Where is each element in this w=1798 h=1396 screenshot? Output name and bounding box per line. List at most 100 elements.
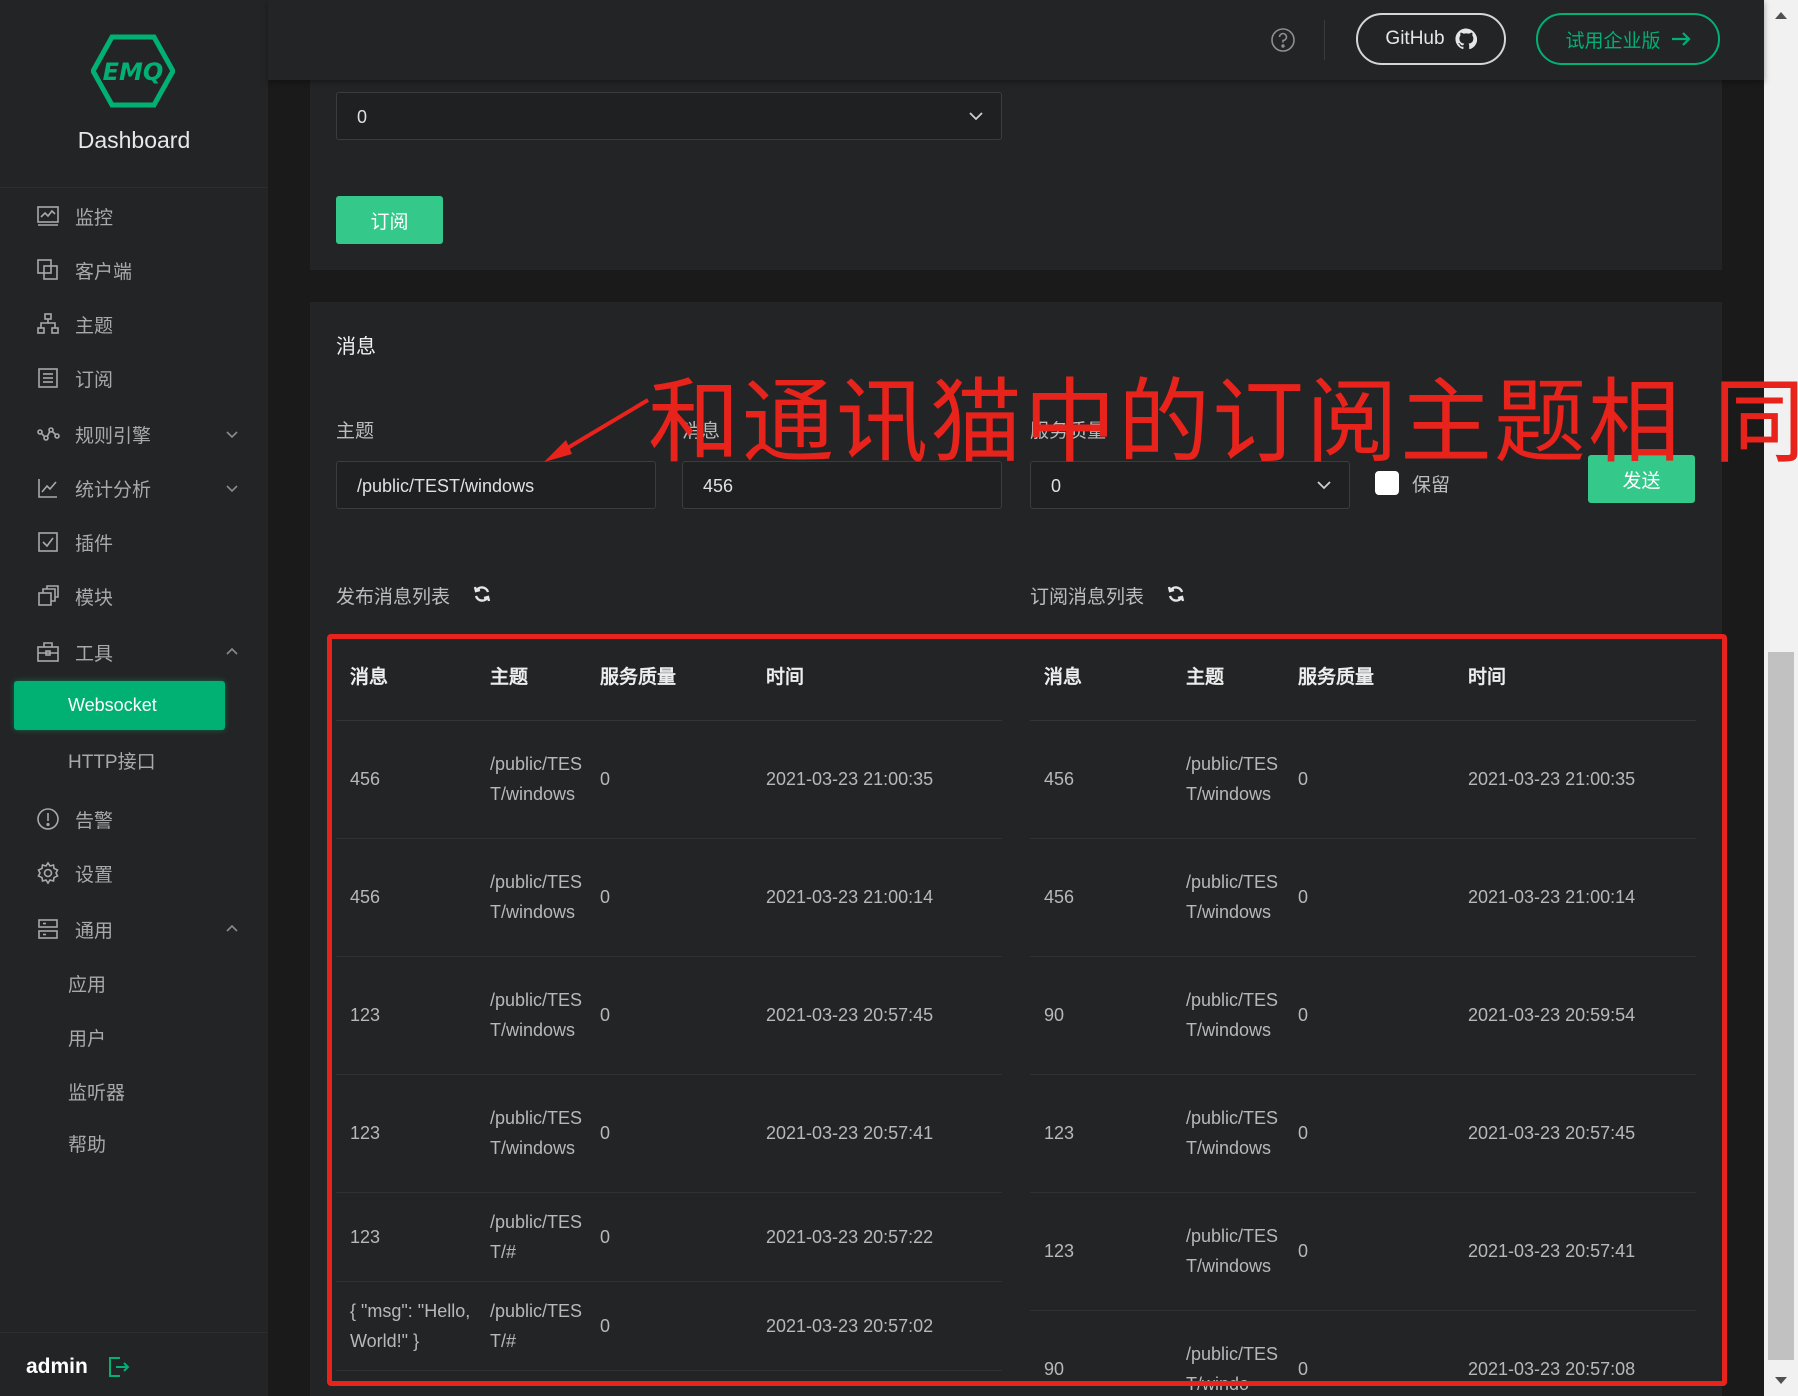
sidebar-item-tools[interactable]: 工具: [0, 628, 268, 676]
github-button[interactable]: GitHub: [1356, 13, 1506, 65]
column-header: 主题: [1172, 632, 1284, 721]
topics-icon: [36, 312, 60, 336]
table-row: 123 /public/TEST/windows 0 2021-03-23 20…: [336, 956, 1002, 1075]
scroll-thumb[interactable]: [1768, 652, 1794, 1360]
sidebar-item-general[interactable]: 通用: [0, 905, 268, 953]
subscribe-qos-select[interactable]: 0: [336, 92, 1002, 140]
brand[interactable]: EMQ Dashboard: [0, 0, 268, 188]
sidebar-item-modules[interactable]: 模块: [0, 572, 268, 620]
chevron-up-icon: [226, 924, 238, 932]
cell-message: 90: [1030, 1310, 1172, 1396]
topic-label: 主题: [336, 421, 375, 442]
cell-time: 2021-03-23 20:57:08: [1454, 1310, 1696, 1396]
sidebar-item-http-api[interactable]: HTTP接口: [0, 736, 268, 784]
table-header-row: 消息 主题 服务质量 时间: [1030, 632, 1696, 721]
topic-input-value: /public/TEST/windows: [357, 476, 535, 496]
arrow-right-icon: [1671, 32, 1691, 46]
sidebar-item-label: HTTP接口: [68, 751, 156, 773]
sidebar-item-settings[interactable]: 设置: [0, 849, 268, 897]
scroll-up-icon[interactable]: [1764, 0, 1798, 30]
header-divider: [1324, 20, 1325, 60]
cell-qos: 0: [586, 1281, 752, 1371]
username: admin: [26, 1355, 88, 1378]
chevron-down-icon: [969, 112, 983, 121]
topic-input[interactable]: /public/TEST/windows: [336, 461, 656, 509]
sidebar-item-applications[interactable]: 应用: [0, 959, 268, 1007]
received-table: 消息 主题 服务质量 时间 456 /public/TEST/windows 0…: [1030, 632, 1696, 1396]
sidebar-item-websocket[interactable]: Websocket: [14, 681, 225, 730]
cell-message: 90: [1030, 956, 1172, 1075]
cell-topic: /public/TEST/#: [476, 1192, 586, 1282]
table-row: 456 /public/TEST/windows 0 2021-03-23 21…: [1030, 720, 1696, 839]
cell-time: 2021-03-23 20:57:41: [1454, 1192, 1696, 1311]
emq-logo-icon: EMQ: [91, 34, 175, 108]
cell-time: 2021-03-23 20:59:54: [1454, 956, 1696, 1075]
rule-engine-icon: [36, 422, 60, 446]
sidebar-item-plugins[interactable]: 插件: [0, 518, 268, 566]
subscribe-button[interactable]: 订阅: [336, 196, 443, 244]
column-header: 时间: [1454, 632, 1696, 721]
sidebar-item-label: Websocket: [68, 695, 157, 715]
cell-message: 456: [1030, 720, 1172, 839]
sidebar-item-label: 用户: [68, 1028, 107, 1050]
cell-time: 2021-03-23 21:00:14: [752, 838, 1002, 957]
cell-qos: 0: [1284, 1074, 1454, 1193]
analytics-icon: [36, 476, 60, 500]
sidebar-item-label: 统计分析: [75, 479, 152, 501]
cell-time: 2021-03-23 20:57:45: [752, 956, 1002, 1075]
sidebar-item-topics[interactable]: 主题: [0, 300, 268, 348]
table-row: { "msg": "Hello, World!" } /public/TEST/…: [336, 1281, 1002, 1371]
sidebar-item-label: 帮助: [68, 1134, 107, 1156]
sidebar-item-label: 设置: [75, 864, 114, 886]
enterprise-label: 试用企业版: [1565, 30, 1661, 52]
sidebar-item-rule-engine[interactable]: 规则引擎: [0, 410, 268, 458]
sidebar-item-monitor[interactable]: 监控: [0, 192, 268, 240]
try-enterprise-button[interactable]: 试用企业版: [1536, 13, 1720, 65]
sidebar-item-alarms[interactable]: 告警: [0, 795, 268, 843]
plugins-icon: [36, 530, 60, 554]
sidebar-item-analytics[interactable]: 统计分析: [0, 464, 268, 512]
cell-topic: /public/TEST/windows: [1172, 956, 1284, 1075]
table-row: 123 /public/TEST/# 0 2021-03-23 20:57:22: [336, 1192, 1002, 1282]
chevron-down-icon: [226, 431, 238, 439]
monitor-icon: [36, 204, 60, 228]
cell-message: 123: [336, 1192, 476, 1282]
sidebar-item-help[interactable]: 帮助: [0, 1119, 268, 1167]
sidebar-item-label: 监听器: [68, 1082, 126, 1104]
subscribe-qos-value: 0: [357, 107, 368, 127]
cell-message: 456: [336, 720, 476, 839]
received-list-title: 订阅消息列表: [1030, 587, 1145, 608]
chevron-down-icon: [1317, 481, 1331, 490]
app: EMQ Dashboard 监控 客户端 主题 订阅 规则引擎 统计分析 插件 …: [0, 0, 1798, 1396]
refresh-icon[interactable]: [1166, 584, 1186, 604]
cell-qos: 0: [1284, 720, 1454, 839]
refresh-icon[interactable]: [472, 584, 492, 604]
cell-time: 2021-03-23 21:00:14: [1454, 838, 1696, 957]
cell-topic: /public/TEST/windo: [1172, 1310, 1284, 1396]
sidebar-item-listeners[interactable]: 监听器: [0, 1067, 268, 1115]
cell-message: 456: [336, 838, 476, 957]
sidebar-item-users[interactable]: 用户: [0, 1013, 268, 1061]
table-row: 456 /public/TEST/windows 0 2021-03-23 21…: [1030, 838, 1696, 957]
github-icon: [1455, 28, 1477, 50]
column-header: 时间: [752, 632, 1002, 721]
cell-qos: 0: [586, 956, 752, 1075]
table-row: 123 /public/TEST/windows 0 2021-03-23 20…: [1030, 1192, 1696, 1311]
page-scrollbar[interactable]: [1764, 0, 1798, 1396]
sidebar-item-label: 工具: [75, 643, 114, 665]
sidebar-item-subscriptions[interactable]: 订阅: [0, 354, 268, 402]
column-header: 消息: [1030, 632, 1172, 721]
table-row: 456 /public/TEST/windows 0 2021-03-23 21…: [336, 838, 1002, 957]
sidebar-item-label: 监控: [75, 207, 114, 229]
logout-icon[interactable]: [106, 1355, 130, 1379]
cell-topic: /public/TEST/windows: [1172, 720, 1284, 839]
cell-topic: /public/TEST/windows: [476, 838, 586, 957]
scroll-down-icon[interactable]: [1764, 1366, 1798, 1396]
sidebar-item-clients[interactable]: 客户端: [0, 246, 268, 294]
cell-qos: 0: [1284, 956, 1454, 1075]
sidebar-item-label: 告警: [75, 810, 114, 832]
toolbox-icon: [36, 640, 60, 664]
help-icon[interactable]: [1270, 27, 1296, 53]
github-label: GitHub: [1385, 28, 1445, 49]
column-header: 主题: [476, 632, 586, 721]
